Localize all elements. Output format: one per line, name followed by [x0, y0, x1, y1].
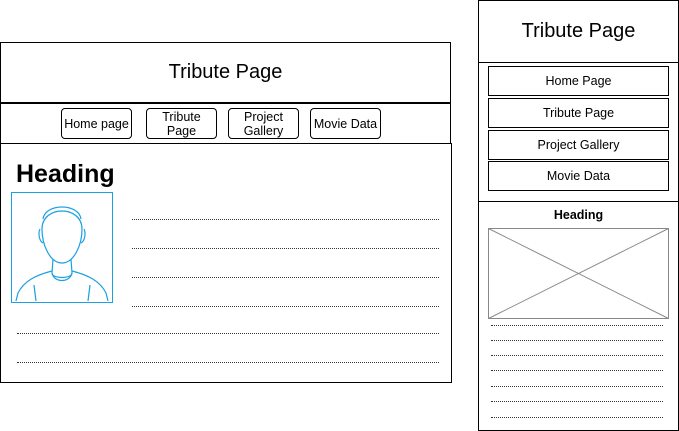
desktop-nav-gallery[interactable]: Project Gallery [228, 108, 299, 139]
text-line [491, 370, 663, 371]
desktop-nav-home[interactable]: Home page [61, 108, 132, 139]
user-avatar-icon [11, 192, 113, 303]
text-line [491, 325, 663, 326]
text-line [17, 362, 439, 363]
text-line [491, 386, 663, 387]
mobile-heading: Heading [553, 208, 604, 222]
image-placeholder [488, 228, 669, 319]
mobile-divider [479, 62, 678, 63]
mobile-nav-home[interactable]: Home Page [488, 66, 669, 96]
text-line [132, 277, 439, 278]
text-line [491, 401, 663, 402]
desktop-title: Tribute Page [168, 61, 283, 83]
desktop-header: Tribute Page [0, 42, 451, 104]
desktop-nav-tribute[interactable]: Tribute Page [146, 108, 217, 139]
text-line [491, 417, 663, 418]
text-line [491, 340, 663, 341]
desktop-heading: Heading [16, 160, 115, 188]
text-line [132, 219, 439, 220]
desktop-nav-movie[interactable]: Movie Data [310, 108, 381, 139]
mobile-frame: Tribute Page Home Page Tribute Page Proj… [478, 0, 679, 431]
mobile-nav-tribute[interactable]: Tribute Page [488, 98, 669, 128]
text-line [17, 333, 439, 334]
mobile-divider [479, 201, 678, 202]
desktop-nav-bar: Home page Tribute Page Project Gallery M… [0, 103, 451, 144]
mobile-title: Tribute Page [521, 20, 636, 42]
text-line [491, 355, 663, 356]
desktop-content: Heading [0, 143, 452, 383]
text-line [132, 248, 439, 249]
mobile-nav-gallery[interactable]: Project Gallery [488, 130, 669, 160]
mobile-header: Tribute Page [479, 1, 678, 62]
mobile-nav-movie[interactable]: Movie Data [488, 161, 669, 191]
text-line [132, 306, 439, 307]
